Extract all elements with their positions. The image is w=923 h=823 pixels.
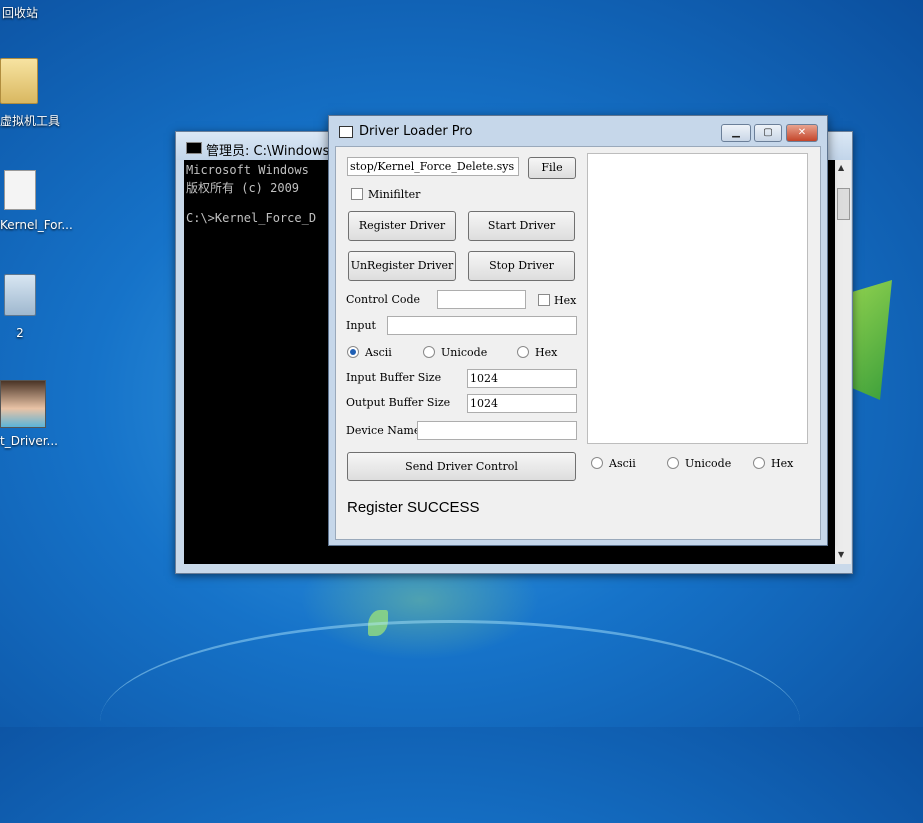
desktop-icon-label: 2	[16, 326, 24, 340]
output-unicode-radio[interactable]	[667, 457, 679, 469]
anime-avatar-icon	[0, 380, 46, 428]
input-buffer-size-label: Input Buffer Size	[346, 371, 442, 384]
desktop-icon-driver-loader[interactable]: t_Driver...	[0, 380, 58, 448]
dialog-title-bar[interactable]: Driver Loader Pro ▁ ▢ ✕	[329, 116, 827, 144]
device-name-label: Device Name	[346, 424, 421, 437]
minifilter-checkbox[interactable]	[351, 188, 363, 200]
desktop-icon-label: Kernel_For...	[0, 218, 73, 232]
cmd-line: Microsoft Windows	[186, 163, 309, 177]
gear-file-icon	[4, 170, 36, 210]
output-buffer-size-field[interactable]: 1024	[467, 394, 577, 413]
input-hex-label: Hex	[535, 346, 558, 359]
minimize-button[interactable]: ▁	[721, 124, 751, 142]
input-ascii-label: Ascii	[365, 346, 392, 359]
calculator-icon	[4, 274, 36, 316]
output-hex-label: Hex	[771, 457, 794, 470]
input-field[interactable]	[387, 316, 577, 335]
console-icon	[186, 142, 202, 154]
device-name-field[interactable]	[417, 421, 577, 440]
cmd-scrollbar[interactable]: ▲ ▼	[835, 160, 851, 564]
input-buffer-size-field[interactable]: 1024	[467, 369, 577, 388]
desktop-icon-kernel-force[interactable]: Kernel_For...	[0, 170, 73, 232]
input-unicode-radio[interactable]	[423, 346, 435, 358]
cmd-title: 管理员: C:\Windows\S	[206, 144, 343, 159]
input-hex-radio[interactable]	[517, 346, 529, 358]
driver-loader-window[interactable]: Driver Loader Pro ▁ ▢ ✕ stop/Kernel_Forc…	[328, 115, 828, 546]
desktop-icon-label: t_Driver...	[0, 434, 58, 448]
minifilter-label: Minifilter	[368, 188, 421, 201]
app-icon	[339, 126, 353, 138]
input-unicode-label: Unicode	[441, 346, 488, 359]
desktop-icon-calculator[interactable]: 2	[4, 274, 36, 340]
stop-driver-button[interactable]: Stop Driver	[468, 251, 575, 281]
desktop-icon-label: 回收站	[2, 6, 39, 20]
wallpaper-flag	[852, 280, 892, 400]
send-driver-control-button[interactable]: Send Driver Control	[347, 452, 576, 481]
scroll-thumb[interactable]	[837, 188, 850, 220]
desktop-icon-vm-tools[interactable]: 虚拟机工具	[0, 58, 60, 129]
unregister-driver-button[interactable]: UnRegister Driver	[348, 251, 456, 281]
status-message: Register SUCCESS	[347, 499, 480, 516]
cmd-line: 版权所有 (c) 2009	[186, 181, 300, 195]
maximize-button[interactable]: ▢	[754, 124, 782, 142]
output-panel[interactable]	[587, 153, 808, 444]
file-button[interactable]: File	[528, 157, 576, 179]
hex-checkbox[interactable]	[538, 294, 550, 306]
input-label: Input	[346, 319, 376, 332]
output-ascii-label: Ascii	[609, 457, 636, 470]
control-code-label: Control Code	[346, 293, 421, 306]
control-code-field[interactable]	[437, 290, 526, 309]
input-ascii-radio[interactable]	[347, 346, 359, 358]
start-driver-button[interactable]: Start Driver	[468, 211, 575, 241]
output-ascii-radio[interactable]	[591, 457, 603, 469]
dialog-client-area: stop/Kernel_Force_Delete.sys File Minifi…	[335, 146, 821, 540]
output-hex-radio[interactable]	[753, 457, 765, 469]
wallpaper-wave	[100, 620, 800, 823]
desktop-icon-recycle-bin[interactable]: 回收站	[2, 4, 38, 21]
output-unicode-label: Unicode	[685, 457, 732, 470]
folder-icon	[0, 58, 38, 104]
close-button[interactable]: ✕	[786, 124, 818, 142]
desktop-icon-label: 虚拟机工具	[0, 114, 61, 128]
driver-path-field[interactable]: stop/Kernel_Force_Delete.sys	[347, 157, 519, 176]
dialog-title: Driver Loader Pro	[359, 124, 473, 139]
scroll-up-icon[interactable]: ▲	[838, 163, 844, 172]
scroll-down-icon[interactable]: ▼	[838, 550, 844, 559]
cmd-line: C:\>Kernel_Force_D	[186, 211, 317, 225]
hex-label: Hex	[554, 294, 577, 307]
output-buffer-size-label: Output Buffer Size	[346, 396, 451, 409]
register-driver-button[interactable]: Register Driver	[348, 211, 456, 241]
